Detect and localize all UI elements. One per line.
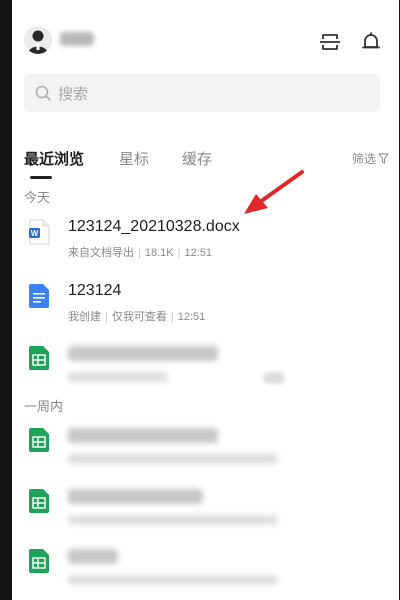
file-source: 来自文档导出 bbox=[68, 247, 134, 259]
tab-cache[interactable]: 缓存 bbox=[182, 148, 212, 169]
redacted-meta bbox=[68, 454, 278, 464]
list-item[interactable] bbox=[12, 535, 399, 595]
list-item[interactable] bbox=[12, 332, 399, 392]
sheet-icon bbox=[29, 489, 49, 513]
funnel-icon bbox=[378, 153, 389, 164]
redacted-title bbox=[68, 549, 118, 564]
app-screen: 搜索 最近浏览 星标 缓存 筛选 今天 W 123124_20210328.do… bbox=[12, 0, 399, 600]
username bbox=[60, 32, 94, 46]
redacted-title bbox=[68, 346, 218, 361]
scan-icon[interactable] bbox=[318, 30, 342, 54]
bell-icon[interactable] bbox=[359, 30, 383, 54]
search-icon bbox=[35, 85, 51, 101]
svg-text:W: W bbox=[31, 229, 39, 238]
redacted-meta bbox=[68, 515, 278, 525]
sheet-icon bbox=[29, 346, 49, 370]
tab-indicator bbox=[30, 176, 52, 179]
file-title: 123124 bbox=[68, 282, 122, 299]
file-permission: 仅我可查看 bbox=[111, 311, 167, 323]
redacted-meta bbox=[68, 575, 278, 585]
avatar[interactable] bbox=[24, 26, 52, 54]
redacted-title bbox=[68, 489, 203, 504]
file-owner: 我创建 bbox=[68, 311, 101, 323]
redacted-meta bbox=[263, 373, 281, 383]
file-time: 12:51 bbox=[184, 247, 212, 259]
redacted-meta bbox=[68, 372, 168, 382]
search-input[interactable]: 搜索 bbox=[24, 74, 380, 112]
tab-recent[interactable]: 最近浏览 bbox=[24, 148, 84, 169]
list-item[interactable]: 123124 我创建 | 仅我可查看 | 12:51 bbox=[12, 270, 399, 330]
sheet-icon bbox=[29, 428, 49, 452]
section-today: 今天 bbox=[24, 190, 51, 205]
sheet-icon bbox=[29, 549, 49, 573]
section-week: 一周内 bbox=[24, 399, 64, 414]
file-title: 123124_20210328.docx bbox=[68, 218, 240, 235]
doc-icon bbox=[29, 284, 49, 308]
avatar-person-icon bbox=[24, 26, 52, 54]
redacted-title bbox=[68, 428, 218, 443]
list-item[interactable] bbox=[12, 414, 399, 474]
list-item[interactable] bbox=[12, 475, 399, 535]
tab-starred[interactable]: 星标 bbox=[119, 148, 149, 169]
file-meta: 来自文档导出 | 18.1K | 12:51 bbox=[68, 247, 212, 259]
search-placeholder: 搜索 bbox=[58, 86, 89, 103]
file-time: 12:51 bbox=[177, 311, 206, 323]
word-doc-icon: W bbox=[29, 219, 50, 245]
file-meta: 我创建 | 仅我可查看 | 12:51 bbox=[68, 311, 206, 323]
list-item[interactable]: W 123124_20210328.docx 来自文档导出 | 18.1K | 12:5… bbox=[12, 206, 399, 266]
file-size: 18.1K bbox=[144, 247, 174, 259]
filter-button[interactable]: 筛选 bbox=[352, 150, 389, 167]
filter-label: 筛选 bbox=[351, 152, 376, 166]
